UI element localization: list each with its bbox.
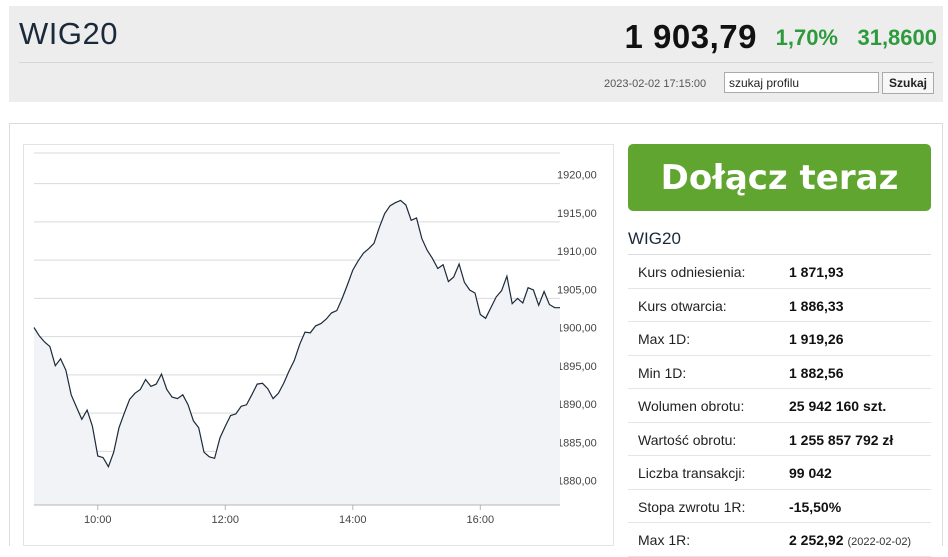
current-price: 1 903,79 [624,18,757,55]
header-divider [19,62,933,63]
intraday-chart: 1880,00 1885,00 1890,00 1895,00 1900,00 1905,… [23,144,614,546]
stat-value: 1 871,93 [789,264,844,280]
stat-value: 25 942 160 szt. [789,398,887,414]
x-tick-label: 12:00 [212,514,240,526]
stats-row: Max 1D: 1 919,26 [628,322,931,356]
stats-row: Kurs otwarcia: 1 886,33 [628,289,931,322]
join-now-button[interactable]: Dołącz teraz [628,144,931,211]
y-tick-label: 1915,00 [557,208,597,220]
change-percent: 1,70% [775,25,838,50]
profile-search-input[interactable] [724,72,879,93]
stat-label: Wolumen obrotu: [638,398,745,414]
stats-row: Min 1D: 1 882,56 [628,356,931,389]
stats-row: Stopa zwrotu 1R: -15,50% [628,490,931,523]
stat-label: Wartość obrotu: [638,431,737,448]
stat-label: Max 1D: [638,331,691,347]
x-tick-label: 14:00 [339,514,367,526]
y-tick-label: 1900,00 [557,323,597,335]
stats-row: Wartość obrotu: 1 255 857 792 zł [628,423,931,456]
change-absolute: 31,8600 [857,25,937,50]
search-button[interactable]: Szukaj [882,72,934,94]
stat-value: 1 255 857 792 zł [789,431,894,448]
stat-label: Kurs odniesienia: [638,264,746,280]
stat-value: 1 886,33 [789,297,844,314]
y-tick-label: 1885,00 [557,437,597,449]
stats-row: Wolumen obrotu: 25 942 160 szt. [628,389,931,423]
y-tick-label: 1905,00 [557,284,597,296]
y-tick-label: 1895,00 [557,361,597,373]
stat-value: -15,50% [789,498,842,515]
stat-value: 1 919,26 [789,331,844,347]
y-tick-label: 1880,00 [557,476,597,488]
stat-label: Liczba transakcji: [638,465,746,481]
stats-table: Kurs odniesienia: 1 871,93 Kurs otwarcia:… [628,254,931,557]
x-tick-label: 16:00 [467,514,495,526]
stats-row: Kurs odniesienia: 1 871,93 [628,255,931,289]
quote-header: WIG20 1 903,79 1,70% 31,8600 2023-02-02 … [9,6,943,102]
stat-value: 1 882,56 [789,364,844,381]
sidebar-title: WIG20 [628,229,681,248]
y-tick-label: 1910,00 [557,246,597,258]
y-tick-label: 1890,00 [557,399,597,411]
stat-label: Min 1D: [638,364,687,381]
stats-row: Liczba transakcji: 99 042 [628,456,931,490]
page-title: WIG20 [19,16,118,51]
y-tick-label: 1920,00 [557,170,597,182]
stats-row: Max 1R: 2 252,92 (2022-02-02) [628,523,931,557]
stat-value: 99 042 [789,465,832,481]
stat-label: Stopa zwrotu 1R: [638,498,746,515]
x-tick-label: 10:00 [84,514,112,526]
stat-label: Kurs otwarcia: [638,297,727,314]
stat-value-date: (2022-02-02) [847,536,912,548]
quote-timestamp: 2023-02-02 17:15:00 [604,78,707,90]
chart-svg: 1880,00 1885,00 1890,00 1895,00 1900,00 1905,… [33,152,597,526]
